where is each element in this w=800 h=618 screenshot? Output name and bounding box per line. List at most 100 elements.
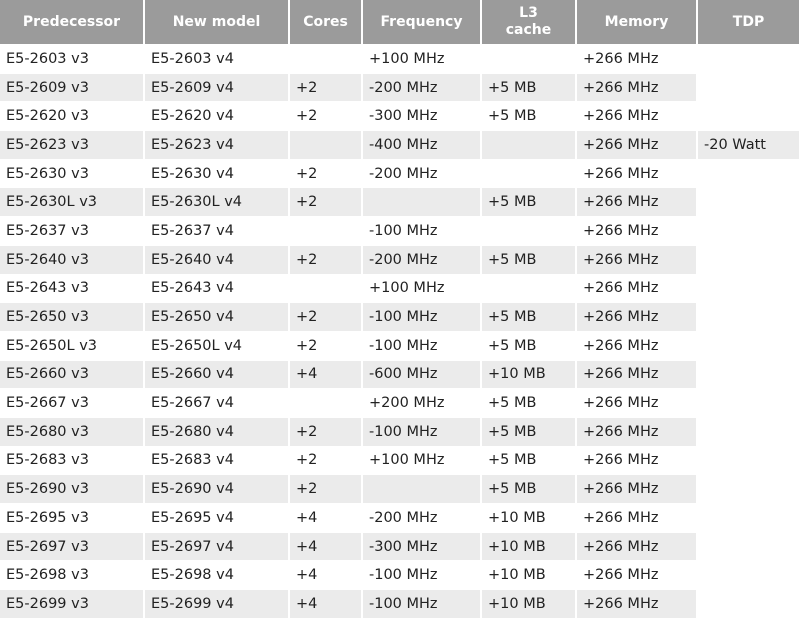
cell-l3-cache: +5 MB xyxy=(481,72,577,102)
cell-frequency: -400 MHz xyxy=(362,130,482,160)
cell-frequency: -100 MHz xyxy=(362,216,482,246)
cell-new-model: E5-2620 v4 xyxy=(144,101,290,131)
cell-l3-cache: +10 MB xyxy=(481,503,577,533)
cell-tdp xyxy=(697,388,800,418)
cell-cores xyxy=(289,388,363,418)
cell-memory: +266 MHz xyxy=(576,216,698,246)
cell-frequency: -200 MHz xyxy=(362,72,482,102)
cell-l3-cache: +5 MB xyxy=(481,474,577,504)
cell-cores xyxy=(289,273,363,303)
cell-tdp xyxy=(697,531,800,561)
cell-memory: +266 MHz xyxy=(576,44,698,74)
cell-predecessor: E5-2623 v3 xyxy=(0,130,145,160)
table-row: E5-2683 v3 E5-2683 v4 +2 +100 MHz +5 MB +266 … xyxy=(0,445,800,475)
table-row: E5-2620 v3 E5-2620 v4 +2 -300 MHz +5 MB +266 … xyxy=(0,101,800,131)
cell-memory: +266 MHz xyxy=(576,302,698,332)
cell-new-model: E5-2643 v4 xyxy=(144,273,290,303)
cell-cores: +4 xyxy=(289,359,363,389)
cell-predecessor: E5-2630 v3 xyxy=(0,158,145,188)
cell-new-model: E5-2695 v4 xyxy=(144,503,290,533)
table-row: E5-2667 v3 E5-2667 v4 +200 MHz +5 MB +266 MH… xyxy=(0,388,800,418)
cell-frequency: -200 MHz xyxy=(362,158,482,188)
table-row: E5-2603 v3 E5-2603 v4 +100 MHz +266 MHz xyxy=(0,44,800,74)
cell-new-model: E5-2630 v4 xyxy=(144,158,290,188)
cell-cores: +2 xyxy=(289,330,363,361)
cell-memory: +266 MHz xyxy=(576,244,698,274)
cell-new-model: E5-2609 v4 xyxy=(144,72,290,102)
cell-new-model: E5-2660 v4 xyxy=(144,359,290,389)
cell-new-model: E5-2637 v4 xyxy=(144,216,290,246)
cell-frequency: +100 MHz xyxy=(362,44,482,74)
cell-cores xyxy=(289,44,363,74)
cell-tdp xyxy=(697,273,800,303)
cell-memory: +266 MHz xyxy=(576,560,698,590)
cell-predecessor: E5-2697 v3 xyxy=(0,531,145,561)
table-row: E5-2640 v3 E5-2640 v4 +2 -200 MHz +5 MB +266 … xyxy=(0,244,800,274)
table-row: E5-2660 v3 E5-2660 v4 +4 -600 MHz +10 MB +266… xyxy=(0,359,800,389)
cell-cores: +4 xyxy=(289,503,363,533)
column-header-tdp: TDP xyxy=(697,0,800,45)
cell-new-model: E5-2640 v4 xyxy=(144,244,290,274)
cell-l3-cache xyxy=(481,273,577,303)
cell-tdp xyxy=(697,44,800,74)
table-row: E5-2695 v3 E5-2695 v4 +4 -200 MHz +10 MB +266… xyxy=(0,503,800,533)
cell-l3-cache: +10 MB xyxy=(481,359,577,389)
cell-l3-cache xyxy=(481,158,577,188)
cpu-comparison-table: Predecessor New model Cores Frequency L3 cac… xyxy=(0,0,800,618)
cell-l3-cache: +5 MB xyxy=(481,388,577,418)
cell-l3-cache: +5 MB xyxy=(481,187,577,217)
table-row: E5-2643 v3 E5-2643 v4 +100 MHz +266 MHz xyxy=(0,273,800,303)
cell-memory: +266 MHz xyxy=(576,531,698,561)
cell-tdp xyxy=(697,72,800,102)
cell-predecessor: E5-2698 v3 xyxy=(0,560,145,590)
cell-memory: +266 MHz xyxy=(576,474,698,504)
cell-cores: +2 xyxy=(289,416,363,447)
table-row: E5-2650L v3 E5-2650L v4 +2 -100 MHz +5 MB +26… xyxy=(0,330,800,361)
cell-frequency: +100 MHz xyxy=(362,273,482,303)
cell-new-model: E5-2690 v4 xyxy=(144,474,290,504)
cell-memory: +266 MHz xyxy=(576,416,698,447)
cell-memory: +266 MHz xyxy=(576,187,698,217)
cell-new-model: E5-2680 v4 xyxy=(144,416,290,447)
cell-tdp xyxy=(697,445,800,475)
cell-predecessor: E5-2660 v3 xyxy=(0,359,145,389)
column-header-frequency: Frequency xyxy=(362,0,482,45)
column-header-memory: Memory xyxy=(576,0,698,45)
cell-tdp xyxy=(697,503,800,533)
cell-l3-cache: +5 MB xyxy=(481,244,577,274)
cell-cores: +2 xyxy=(289,445,363,475)
cell-cores: +2 xyxy=(289,187,363,217)
cell-cores: +4 xyxy=(289,531,363,561)
cell-tdp xyxy=(697,302,800,332)
column-header-new-model: New model xyxy=(144,0,290,45)
cell-predecessor: E5-2680 v3 xyxy=(0,416,145,447)
cell-tdp xyxy=(697,158,800,188)
table-row: E5-2697 v3 E5-2697 v4 +4 -300 MHz +10 MB +266… xyxy=(0,531,800,561)
cell-frequency: -100 MHz xyxy=(362,560,482,590)
cell-tdp xyxy=(697,560,800,590)
cell-memory: +266 MHz xyxy=(576,330,698,361)
table-row: E5-2680 v3 E5-2680 v4 +2 -100 MHz +5 MB +266 … xyxy=(0,416,800,447)
cell-frequency: -100 MHz xyxy=(362,416,482,447)
cell-tdp xyxy=(697,416,800,447)
cell-cores: +2 xyxy=(289,101,363,131)
cell-tdp xyxy=(697,101,800,131)
cell-memory: +266 MHz xyxy=(576,101,698,131)
cell-predecessor: E5-2620 v3 xyxy=(0,101,145,131)
header-row: Predecessor New model Cores Frequency L3 cac… xyxy=(0,0,800,45)
cell-frequency: +100 MHz xyxy=(362,445,482,475)
cell-new-model: E5-2603 v4 xyxy=(144,44,290,74)
cell-memory: +266 MHz xyxy=(576,503,698,533)
cell-new-model: E5-2650L v4 xyxy=(144,330,290,361)
table-row: E5-2698 v3 E5-2698 v4 +4 -100 MHz +10 MB +266… xyxy=(0,560,800,590)
cell-tdp xyxy=(697,359,800,389)
cell-frequency: -300 MHz xyxy=(362,531,482,561)
cell-l3-cache: +5 MB xyxy=(481,302,577,332)
cell-tdp: -20 Watt xyxy=(697,130,800,160)
cell-frequency xyxy=(362,187,482,217)
cell-frequency xyxy=(362,474,482,504)
cell-frequency: -100 MHz xyxy=(362,302,482,332)
cell-new-model: E5-2630L v4 xyxy=(144,187,290,217)
table-row: E5-2609 v3 E5-2609 v4 +2 -200 MHz +5 MB +266 … xyxy=(0,72,800,102)
cell-cores: +4 xyxy=(289,560,363,590)
